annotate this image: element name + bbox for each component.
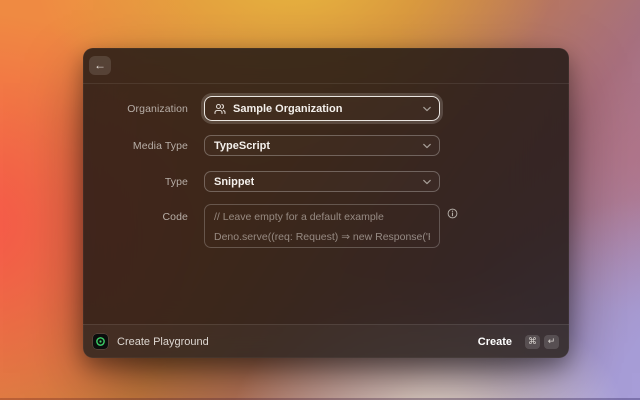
code-input[interactable]: // Leave empty for a default example Den… — [204, 204, 440, 248]
footer-title: Create Playground — [117, 336, 209, 348]
media-type-label: Media Type — [83, 140, 188, 152]
info-icon[interactable] — [447, 208, 458, 219]
code-row: Code // Leave empty for a default exampl… — [83, 204, 569, 248]
back-arrow-icon: ← — [94, 56, 106, 75]
media-type-row: Media Type TypeScript — [83, 135, 569, 156]
chevron-down-icon — [423, 143, 431, 148]
enter-key-icon: ↵ — [544, 335, 559, 349]
code-placeholder-line1: // Leave empty for a default example — [214, 211, 430, 223]
media-type-select[interactable]: TypeScript — [204, 135, 440, 156]
dialog-footer: Create Playground Create ⌘ ↵ — [83, 324, 569, 358]
type-value: Snippet — [214, 176, 254, 188]
create-playground-dialog: ← Organization Sample Organization Media… — [83, 48, 569, 358]
organization-label: Organization — [83, 103, 188, 115]
command-key-icon: ⌘ — [525, 335, 540, 349]
deno-logo-icon — [93, 334, 108, 349]
organization-row: Organization Sample Organization — [83, 96, 569, 121]
type-row: Type Snippet — [83, 171, 569, 192]
create-button[interactable]: Create — [478, 336, 512, 348]
type-select[interactable]: Snippet — [204, 171, 440, 192]
dialog-header: ← — [83, 48, 569, 84]
organization-select[interactable]: Sample Organization — [204, 96, 440, 121]
footer-brand: Create Playground — [93, 334, 209, 349]
users-icon — [214, 103, 226, 115]
chevron-down-icon — [423, 179, 431, 184]
type-label: Type — [83, 176, 188, 188]
organization-value: Sample Organization — [233, 103, 342, 115]
media-type-value: TypeScript — [214, 140, 270, 152]
back-button[interactable]: ← — [89, 56, 111, 75]
chevron-down-icon — [423, 106, 431, 111]
code-label: Code — [83, 211, 188, 223]
code-placeholder-line2: Deno.serve((req: Request) ⇒ new Response… — [214, 231, 430, 243]
